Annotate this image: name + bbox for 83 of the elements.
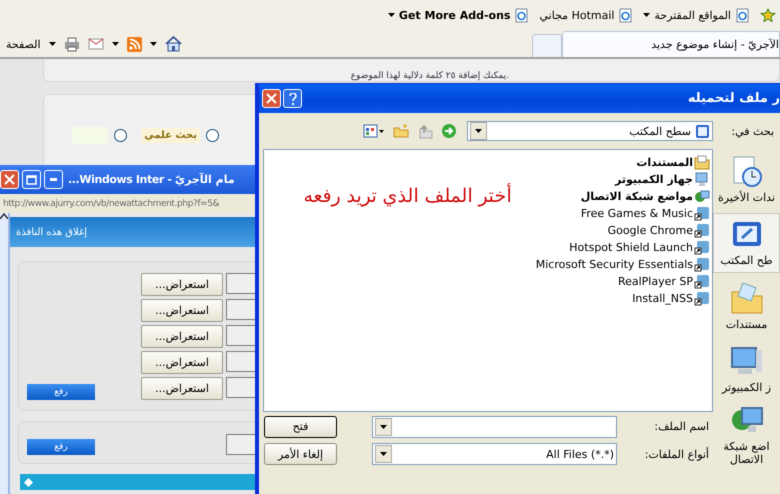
home-icon[interactable] [164,36,182,52]
shortcut-icon [694,206,710,221]
dropdown-button[interactable] [375,445,392,463]
places-item[interactable]: ز الكمبيوتر [713,340,780,400]
network-icon [694,189,710,204]
window-title: ...Windows Inter - مام الآجريّ [68,173,235,186]
hint-text: يمكنك إضافة ٢٥ كلمة دلالية لهذا الموضوع. [350,71,509,81]
arrow-icon [24,478,33,486]
help-button[interactable] [283,89,302,108]
scrollbar[interactable] [0,213,10,494]
minimize-icon [50,178,57,181]
shortcut-icon [694,274,710,289]
places-item[interactable]: مستندات [713,276,780,336]
caret-icon [380,452,387,456]
address-text: http://www.ajurry.com/vb/newattachment.php?f=5& [3,198,220,208]
file-item[interactable]: جهاز الكمبيوتر [536,171,710,188]
file-item[interactable]: Hotspot Shield Launch [536,239,710,256]
favorites-link[interactable]: المواقع المقترحة [643,8,750,22]
page-menu[interactable]: الصفحة [6,38,41,50]
file-item[interactable]: Google Chrome [536,222,710,239]
browse-button[interactable]: استعراض... [141,299,223,322]
page-icon [735,8,750,22]
caret-icon [380,424,387,428]
shortcut-icon [694,257,710,272]
views-icon[interactable] [363,124,385,138]
rss-icon[interactable] [126,36,142,52]
shortcut-icon [694,223,710,238]
places-item[interactable]: ندات الأخيرة [713,149,780,210]
file-item[interactable]: مواضع شبكة الاتصال [536,188,710,205]
file-name-label: اسم الملف: [653,420,710,433]
favorites-link[interactable]: Get More Add-ons [388,8,530,22]
star-icon[interactable] [760,8,776,22]
browse-button[interactable]: استعراض... [141,377,223,400]
close-button[interactable] [262,89,281,108]
computer-icon [694,172,710,187]
look-in-combo[interactable]: سطح المكتب [467,121,713,141]
look-in-label: بحث في: [730,124,775,138]
option-label: بحث علمي [141,128,200,142]
desktop-icon [695,124,710,138]
close-icon [266,93,277,104]
question-mark-icon [288,92,296,104]
caret-icon [475,129,482,133]
file-item[interactable]: المستندات [536,154,710,171]
file-item[interactable]: Microsoft Security Essentials [536,256,710,273]
shortcut-icon [694,291,710,306]
radio-button[interactable] [206,128,219,142]
minimize-button[interactable] [44,170,63,189]
open-button[interactable]: فتح [264,416,337,438]
dialog-title: ر ملف لتحميله [688,91,780,106]
maximize-icon [26,174,37,184]
places-item[interactable]: طح المكتب [713,212,780,273]
browser-tab[interactable]: الآجريّ - إنشاء موضوع جديد [562,31,780,57]
annotation-text: أختر الملف الذي تريد رفعه [304,184,512,207]
print-icon[interactable] [64,36,80,52]
dropdown-button[interactable] [470,122,487,140]
browse-button[interactable]: استعراض... [141,273,223,296]
close-button[interactable] [0,170,19,189]
file-type-label: أنواع الملفات: [644,448,710,460]
file-type-combo[interactable]: All Files (*.*) [372,443,617,465]
page-icon [618,8,634,22]
page-icon [514,8,530,22]
file-item[interactable]: Free Games & Music [536,205,710,222]
caret-icon [112,42,119,46]
radio-button[interactable] [114,128,128,142]
upload-button[interactable]: رفع [27,439,95,455]
folder-icon [694,155,710,170]
shortcut-icon [694,240,710,255]
browse-button[interactable]: استعراض... [141,351,223,374]
browse-button[interactable]: استعراض... [141,325,223,348]
dropdown-button[interactable] [375,418,392,436]
file-item[interactable]: Install_NSS [536,290,710,307]
mail-icon[interactable] [88,38,104,50]
upload-button[interactable]: رفع [27,384,95,400]
caret-icon [48,42,56,46]
folder-icon [730,282,764,316]
file-item[interactable]: RealPlayer SP [536,273,710,290]
close-icon [4,174,15,185]
cancel-button[interactable]: إلغاء الأمر [264,443,337,465]
places-item[interactable]: اضع شبكة الاتصال [713,403,780,467]
file-name-field[interactable] [372,416,617,438]
maximize-button[interactable] [22,170,41,189]
favorites-link[interactable]: Hotmail مجاني [539,8,634,22]
caret-icon [150,42,157,46]
